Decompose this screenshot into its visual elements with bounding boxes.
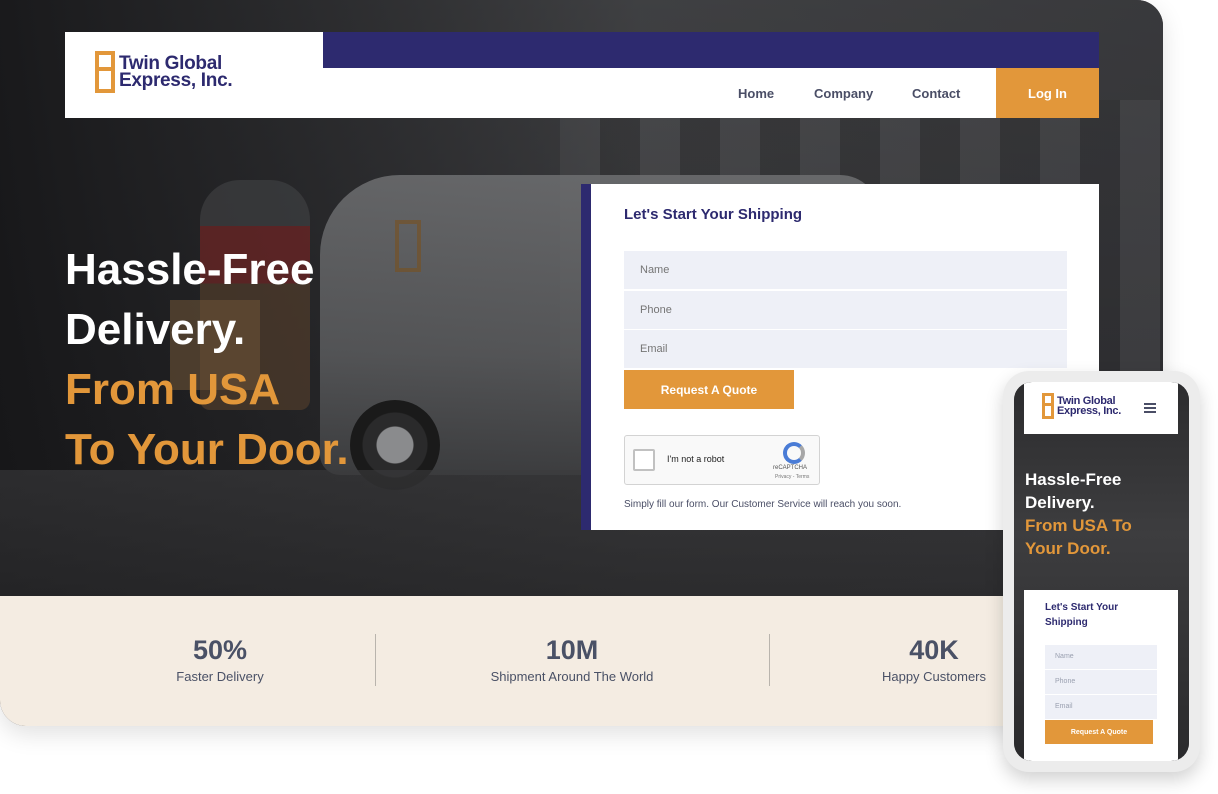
hero-line-3: From USA xyxy=(65,365,281,414)
logo-mark-icon xyxy=(95,51,115,93)
mobile-screen: Twin Global Express, Inc. Hassle-Free De… xyxy=(1014,382,1189,761)
logo-text: Twin Global Express, Inc. xyxy=(119,54,233,91)
logo-line-2: Express, Inc. xyxy=(1057,405,1121,417)
hamburger-menu-icon[interactable] xyxy=(1144,403,1156,413)
mobile-request-quote-button[interactable]: Request A Quote xyxy=(1045,720,1153,744)
mobile-logo[interactable]: Twin Global Express, Inc. xyxy=(1042,393,1121,419)
stat-divider xyxy=(769,634,770,686)
recaptcha-terms[interactable]: Privacy - Terms xyxy=(775,474,809,480)
hero-line-1: Hassle-Free xyxy=(65,245,315,294)
name-input[interactable] xyxy=(624,251,1067,289)
desktop-mockup: Twin Global Express, Inc. Home Company C… xyxy=(0,0,1163,726)
stat-label: Shipment Around The World xyxy=(490,669,654,684)
mobile-email-input[interactable]: Email xyxy=(1045,695,1157,719)
recaptcha-checkbox[interactable] xyxy=(633,449,655,471)
stats-section: 50% Faster Delivery 10M Shipment Around … xyxy=(0,596,1163,726)
nav-home[interactable]: Home xyxy=(738,86,774,101)
request-quote-button[interactable]: Request A Quote xyxy=(624,370,794,409)
mobile-phone-input[interactable]: Phone xyxy=(1045,670,1157,694)
mobile-logo-text: Twin Global Express, Inc. xyxy=(1057,396,1121,417)
mobile-headline-line-4: Your Door. xyxy=(1025,539,1111,558)
recaptcha-brand: reCAPTCHA xyxy=(773,465,808,471)
mobile-name-input[interactable]: Name xyxy=(1045,645,1157,669)
logo-line-2: Express, Inc. xyxy=(119,70,233,91)
mobile-form-title: Let's Start Your Shipping xyxy=(1045,602,1119,628)
mobile-headline: Hassle-Free Delivery. From USA To Your D… xyxy=(1025,468,1175,560)
hero-headline: Hassle-Free Delivery. From USA To Your D… xyxy=(65,240,349,480)
mobile-header: Twin Global Express, Inc. xyxy=(1024,382,1178,434)
login-button[interactable]: Log In xyxy=(996,68,1099,118)
email-input[interactable] xyxy=(624,330,1067,368)
stat-item: 10M Shipment Around The World xyxy=(452,634,692,684)
nav-company[interactable]: Company xyxy=(814,86,873,101)
mobile-mockup: Twin Global Express, Inc. Hassle-Free De… xyxy=(1003,371,1200,772)
stat-value: 50% xyxy=(192,635,248,665)
form-note: Simply fill our form. Our Customer Servi… xyxy=(624,499,902,510)
site-logo[interactable]: Twin Global Express, Inc. xyxy=(95,51,233,93)
site-header: Twin Global Express, Inc. Home Company C… xyxy=(65,32,1099,118)
logo-mark-icon xyxy=(1042,393,1054,419)
stat-value: 10M xyxy=(545,635,599,665)
van-logo xyxy=(395,220,429,272)
recaptcha-logo-icon xyxy=(783,442,805,464)
mobile-headline-line-2: Delivery. xyxy=(1025,493,1095,512)
stat-label: Faster Delivery xyxy=(176,669,264,684)
mobile-headline-line-1: Hassle-Free xyxy=(1025,470,1122,489)
hero-line-4: To Your Door. xyxy=(65,425,349,474)
stat-item: 50% Faster Delivery xyxy=(120,634,320,684)
phone-input[interactable] xyxy=(624,291,1067,329)
nav-contact[interactable]: Contact xyxy=(912,86,960,101)
recaptcha-label: I'm not a robot xyxy=(667,454,725,464)
stat-divider xyxy=(375,634,376,686)
recaptcha-widget: I'm not a robot reCAPTCHA Privacy - Term… xyxy=(624,435,820,485)
mobile-form-card: Let's Start Your Shipping Name Phone Ema… xyxy=(1024,590,1178,761)
hero-line-2: Delivery. xyxy=(65,305,246,354)
form-title: Let's Start Your Shipping xyxy=(624,206,803,223)
header-accent-bar xyxy=(323,32,1099,68)
mobile-headline-line-3: From USA To xyxy=(1025,516,1132,535)
